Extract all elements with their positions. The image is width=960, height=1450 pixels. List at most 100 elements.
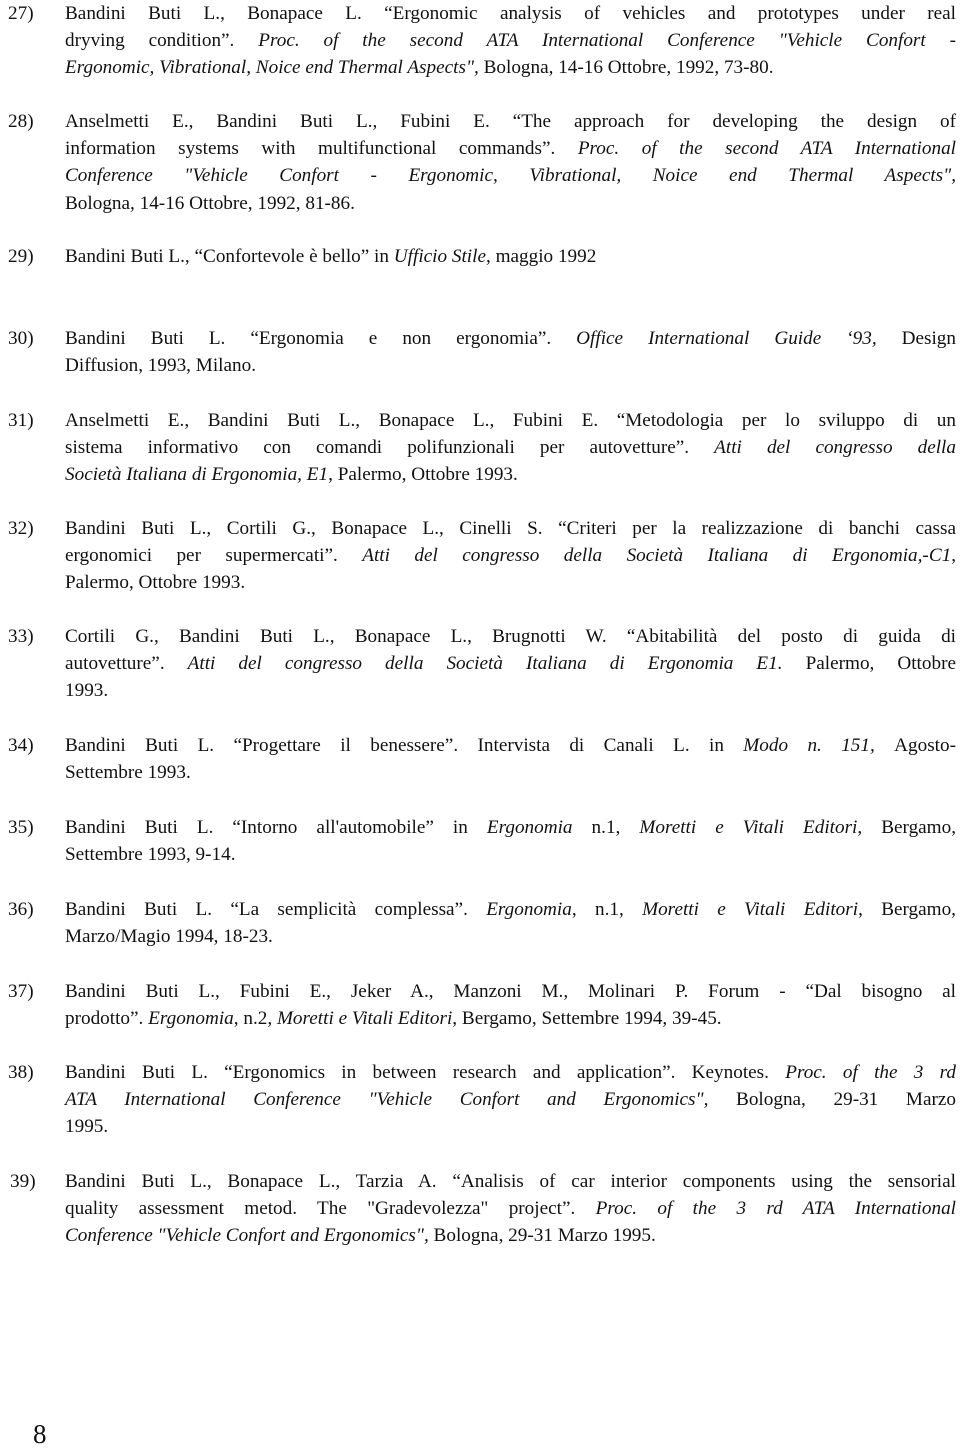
text-segment: dryving condition”. xyxy=(65,30,259,52)
entry-line: Palermo, Ottobre 1993. xyxy=(65,569,956,596)
text-segment: Bandini Buti L. “Ergonomics in between r… xyxy=(65,1062,786,1083)
italic-segment: Moretti e Vitali Editori xyxy=(642,899,859,920)
text-segment: Cortili G., Bandini Buti L., Bonapace L.… xyxy=(65,626,956,647)
text-segment: , Bergamo, xyxy=(857,817,956,838)
entry-number: 34) xyxy=(8,735,34,756)
entry-line: Bandini Buti L., Fubini E., Jeker A., Ma… xyxy=(65,978,956,1005)
text-segment: ergonomici per supermercati”. xyxy=(65,545,363,567)
text-segment: Anselmetti E., Bandini Buti L., Bonapace… xyxy=(65,410,956,431)
text-segment: Palermo, Ottobre xyxy=(782,653,956,675)
entry-text: Anselmetti E., Bandini Buti L., Bonapace… xyxy=(65,407,956,489)
text-segment: 1995. xyxy=(65,1116,109,1138)
text-segment: Palermo, Ottobre 1993. xyxy=(65,572,246,594)
text-segment: n.1, xyxy=(572,817,640,838)
text-segment: Bandini Buti L., Cortili G., Bonapace L.… xyxy=(65,518,956,539)
entry-text: Bandini Buti L. “Ergonomics in between r… xyxy=(65,1059,956,1141)
italic-segment: Ergonomia xyxy=(486,899,572,920)
entry-number: 29) xyxy=(8,246,34,267)
entry-text: Bandini Buti L., Fubini E., Jeker A., Ma… xyxy=(65,978,956,1032)
entry-line: Bandini Buti L. “Ergonomics in between r… xyxy=(65,1059,956,1086)
entry-line: quality assessment metod. The "Gradevole… xyxy=(65,1195,956,1222)
italic-segment: Atti del congresso della xyxy=(714,437,956,459)
entry-line: Società Italiana di Ergonomia, E1, Paler… xyxy=(65,461,956,488)
entry-line: Cortili G., Bandini Buti L., Bonapace L.… xyxy=(65,623,956,650)
entry-text: Bandini Buti L. “Progettare il benessere… xyxy=(65,732,956,786)
entry-text: Bandini Buti L. “Ergonomia e non ergonom… xyxy=(65,325,956,379)
entry-line: Ergonomic, Vibrational, Noice end Therma… xyxy=(65,54,956,81)
entry-number: 36) xyxy=(8,899,34,920)
entry-line: Anselmetti E., Bandini Buti L., Bonapace… xyxy=(65,407,956,434)
entry-line: Bologna, 14-16 Ottobre, 1992, 81-86. xyxy=(65,190,956,217)
text-segment: , n.2 xyxy=(233,1008,268,1030)
entry-number: 31) xyxy=(8,410,34,431)
entry-line: Settembre 1993. xyxy=(65,759,956,786)
entry-text: Bandini Buti L. “La semplicità complessa… xyxy=(65,896,956,950)
text-segment: , Palermo, Ottobre 1993. xyxy=(328,464,518,486)
entry-line: 1993. xyxy=(65,677,956,704)
italic-segment: Ufficio Stile xyxy=(393,246,486,267)
text-segment: Agosto- xyxy=(894,735,956,756)
entry-text: Bandini Buti L., Bonapace L. “Ergonomic … xyxy=(65,0,956,82)
italic-segment: Modo n. 151, xyxy=(743,735,895,756)
entry-line: information systems with multifunctional… xyxy=(65,135,956,162)
entry-line: 1995. xyxy=(65,1113,956,1140)
entry-line: Bandini Buti L. “Ergonomia e non ergonom… xyxy=(65,325,956,352)
text-segment: 1993. xyxy=(65,680,109,702)
text-segment: Bologna, 29-31 Marzo xyxy=(708,1089,956,1111)
text-segment: , xyxy=(951,545,957,567)
entry-line: sistema informativo con comandi polifunz… xyxy=(65,434,956,461)
text-segment: Diffusion, 1993, Milano. xyxy=(65,355,256,377)
italic-segment: , Moretti e Vitali Editori xyxy=(267,1008,453,1030)
entry-text: Bandini Buti L., Bonapace L., Tarzia A. … xyxy=(65,1168,956,1250)
text-segment: Bandini Buti L., Bonapace L., Tarzia A. … xyxy=(65,1171,956,1192)
text-segment: Bandini Buti L., “Confortevole è bello” … xyxy=(65,246,394,267)
text-segment: quality assessment metod. The "Gradevole… xyxy=(65,1198,596,1220)
italic-segment: Atti del congresso della Società Italian… xyxy=(187,653,783,675)
entry-line: Bandini Buti L. “La semplicità complessa… xyxy=(65,896,956,923)
entry-number: 35) xyxy=(8,817,34,838)
text-segment: Bandini Buti L., Bonapace L. “Ergonomic … xyxy=(65,3,956,24)
text-segment: information systems with multifunctional… xyxy=(65,138,578,160)
entry-line: Settembre 1993, 9-14. xyxy=(65,841,956,868)
entry-number: 27) xyxy=(8,3,34,24)
entry-number: 37) xyxy=(8,981,34,1002)
entry-number: 30) xyxy=(8,328,34,349)
entry-line: Conference "Vehicle Confort and Ergonomi… xyxy=(65,1222,956,1249)
italic-segment: Conference "Vehicle Confort - Ergonomic,… xyxy=(65,165,956,187)
entry-text: Cortili G., Bandini Buti L., Bonapace L.… xyxy=(65,623,956,705)
text-segment: autovetture”. xyxy=(65,653,188,675)
entry-line: Bandini Buti L., Bonapace L. “Ergonomic … xyxy=(65,0,956,27)
italic-segment: Atti del congresso della Società Italian… xyxy=(362,545,952,567)
entry-line: Conference "Vehicle Confort - Ergonomic,… xyxy=(65,162,956,189)
entry-line: Bandini Buti L. “Intorno all'automobile”… xyxy=(65,814,956,841)
text-segment: Anselmetti E., Bandini Buti L., Fubini E… xyxy=(65,111,956,132)
italic-segment: Ergonomia xyxy=(148,1008,234,1030)
entry-line: dryving condition”. Proc. of the second … xyxy=(65,27,956,54)
italic-segment: ATA International Conference "Vehicle Co… xyxy=(65,1089,709,1111)
entry-number: 33) xyxy=(8,626,34,647)
entry-line: Anselmetti E., Bandini Buti L., Fubini E… xyxy=(65,108,956,135)
entry-number: 38) xyxy=(8,1062,34,1083)
entry-number: 39) xyxy=(10,1171,36,1192)
italic-segment: Office International Guide ‘93, xyxy=(576,328,902,349)
entry-line: ATA International Conference "Vehicle Co… xyxy=(65,1086,956,1113)
entry-line: Bandini Buti L., Cortili G., Bonapace L.… xyxy=(65,515,956,542)
text-segment: Marzo/Magio 1994, 18-23. xyxy=(65,926,273,948)
entry-line: Bandini Buti L., “Confortevole è bello” … xyxy=(65,243,956,270)
entry-line: Diffusion, 1993, Milano. xyxy=(65,352,956,379)
text-segment: Bologna, 14-16 Ottobre, 1992, 81-86. xyxy=(65,192,355,214)
entry-text: Anselmetti E., Bandini Buti L., Fubini E… xyxy=(65,108,956,217)
entry-line: Bandini Buti L. “Progettare il benessere… xyxy=(65,732,956,759)
entry-number: 32) xyxy=(8,518,34,539)
entry-text: Bandini Buti L. “Intorno all'automobile”… xyxy=(65,814,956,868)
text-segment: , Bergamo, Settembre 1994, 39-45. xyxy=(452,1008,722,1030)
entry-line: prodotto”. Ergonomia, n.2, Moretti e Vit… xyxy=(65,1005,956,1032)
text-segment: Bandini Buti L. “Progettare il benessere… xyxy=(65,735,744,756)
italic-segment: Ergonomic, Vibrational, Noice end Therma… xyxy=(65,57,479,79)
entry-text: Bandini Buti L., “Confortevole è bello” … xyxy=(65,243,956,270)
entry-line: autovetture”. Atti del congresso della S… xyxy=(65,650,956,677)
italic-segment: Conference "Vehicle Confort and Ergonomi… xyxy=(65,1225,429,1247)
italic-segment: Proc. of the 3 rd ATA International xyxy=(595,1198,956,1220)
italic-segment: Proc. of the second ATA International Co… xyxy=(258,30,957,52)
italic-segment: Proc. of the second ATA International xyxy=(577,138,956,160)
